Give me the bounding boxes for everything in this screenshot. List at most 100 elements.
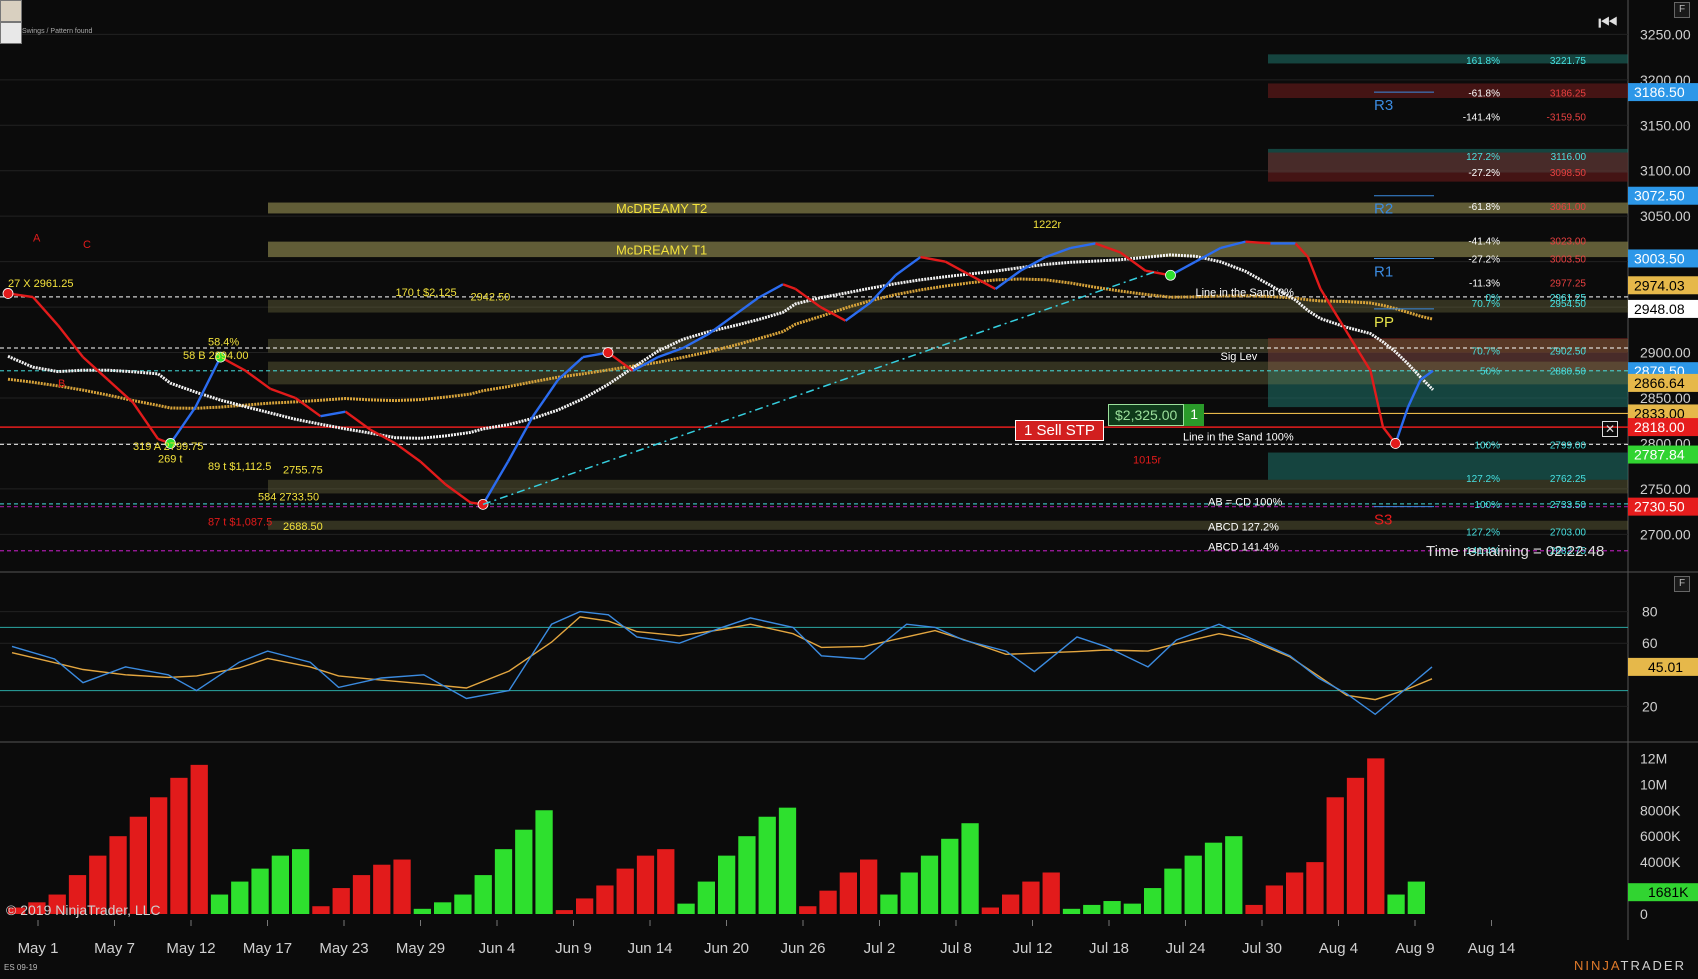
- x-tick-label: Aug 9: [1395, 940, 1434, 957]
- skip-back-icon[interactable]: ⏮: [1598, 10, 1618, 36]
- chart-annotation: 170 t $2,125: [396, 287, 457, 299]
- volume-bar: [555, 910, 573, 914]
- draw-tool-pencil-icon[interactable]: [0, 0, 22, 22]
- x-tick-label: Jul 18: [1089, 940, 1129, 957]
- price-y-axis: 3250.003200.003150.003100.003050.003000.…: [1628, 26, 1698, 542]
- volume-bar: [190, 764, 208, 914]
- price-badge: 2730.50: [1628, 497, 1698, 516]
- price-segment: [82, 356, 109, 381]
- fib-pct-label: 127.2%: [1466, 152, 1500, 163]
- x-tick-label: Jun 9: [555, 940, 592, 957]
- volume-tick-label: 10M: [1640, 776, 1667, 792]
- volume-bar: [312, 906, 330, 914]
- volume-bar: [758, 816, 776, 914]
- no-pattern-icon[interactable]: [0, 22, 22, 44]
- brand-ninja: NINJA: [1573, 958, 1621, 973]
- volume-bar: [1265, 885, 1283, 914]
- price-badge-text: 3003.50: [1634, 250, 1685, 266]
- fib-value-label: 2733.50: [1550, 500, 1587, 511]
- position-badge[interactable]: $2,325.00 1: [1108, 404, 1205, 426]
- chart-annotation: A: [33, 233, 41, 245]
- swings-note: Swings / Pattern found: [22, 28, 93, 35]
- x-tick-label: Aug 4: [1319, 940, 1358, 957]
- volume-bar: [1144, 888, 1162, 914]
- fib-pct-label: -27.2%: [1468, 168, 1500, 179]
- price-segment: [132, 401, 159, 440]
- price-badge: 2787.84: [1628, 445, 1698, 464]
- x-tick-label: Jun 20: [704, 940, 749, 957]
- price-segment: [969, 274, 997, 290]
- copyright: © 2019 NinjaTrader, LLC: [6, 902, 161, 918]
- volume-bar: [677, 903, 695, 914]
- chart-annotation: 1222r: [1033, 219, 1061, 231]
- volume-tick-label: 4000K: [1640, 854, 1681, 870]
- volume-bar: [596, 885, 614, 914]
- volume-bar: [535, 810, 553, 914]
- y-tick-label: 3050.00: [1640, 208, 1691, 224]
- close-order-icon[interactable]: ✕: [1602, 421, 1618, 437]
- fib-pct-label: 50%: [1480, 366, 1500, 377]
- volume-bar: [1022, 881, 1040, 914]
- fib-value-label: 3061.00: [1550, 202, 1587, 213]
- chart-annotation: 89 t $1,112.5: [208, 461, 271, 473]
- swing-point: [1390, 438, 1401, 449]
- price-badge-text: 3072.50: [1634, 188, 1685, 204]
- x-tick-label: May 1: [18, 940, 59, 957]
- volume-bar: [1407, 881, 1425, 914]
- fib-pct-label: -41.4%: [1468, 237, 1500, 248]
- y-tick-label: 3250.00: [1640, 26, 1691, 42]
- x-tick-label: May 7: [94, 940, 135, 957]
- chart-annotation: 58.4%: [208, 336, 239, 348]
- price-badge: 2974.03: [1628, 276, 1698, 295]
- price-segment: [782, 283, 796, 291]
- volume-bar: [231, 881, 249, 914]
- fib-pct-label: -61.8%: [1468, 202, 1500, 213]
- volume-bar: [332, 888, 350, 914]
- fib-pct-label: 70.7%: [1472, 299, 1500, 310]
- volume-bar: [1103, 901, 1121, 914]
- fib-pct-label: -11.3%: [1469, 278, 1500, 289]
- volume-tick-label: 0: [1640, 906, 1648, 922]
- price-badge: 2818.00: [1628, 418, 1698, 437]
- chart-annotation: 27 X 2961.25: [8, 278, 73, 290]
- price-badge-text: 2730.50: [1634, 499, 1685, 515]
- price-segment: [707, 315, 734, 336]
- price-segment: [920, 255, 946, 263]
- chart-annotation: 269 t: [158, 454, 182, 466]
- fib-pct-label: -141.4%: [1463, 113, 1500, 124]
- volume-bar: [941, 838, 959, 914]
- volume-bar: [150, 797, 168, 914]
- rsi-panel: 80 60 20 45.01: [0, 604, 1698, 716]
- target-zone: [268, 479, 1628, 494]
- panel-f-button-price[interactable]: F: [1674, 2, 1690, 18]
- volume-bar: [718, 855, 736, 914]
- volume-bar: [616, 868, 634, 914]
- trading-chart: McDREAMY T2 McDREAMY T1 R3 R2 R1 PP S3 161.8% 3…: [0, 0, 1698, 957]
- price-segment: [294, 397, 322, 418]
- fib-value-label: 3098.50: [1550, 168, 1587, 179]
- fib-value-label: 2799.00: [1550, 440, 1587, 451]
- rsi-tick-label: 60: [1642, 635, 1658, 651]
- fib-pct-label: 100%: [1474, 440, 1500, 451]
- price-badge: 3003.50: [1628, 249, 1698, 268]
- pivot-label: S3: [1374, 512, 1392, 529]
- fib-pct-label: -61.8%: [1468, 88, 1500, 99]
- volume-bar: [1245, 904, 1263, 914]
- panel-f-button-rsi[interactable]: F: [1674, 576, 1690, 592]
- position-qty: 1: [1184, 404, 1205, 426]
- volume-tick-label: 6000K: [1640, 828, 1681, 844]
- fib-value-label: 3116.00: [1551, 152, 1587, 163]
- x-tick-label: Jul 30: [1242, 940, 1282, 957]
- chart-annotation: 2688.50: [283, 521, 323, 533]
- y-tick-label: 2850.00: [1640, 390, 1691, 406]
- x-tick-label: Jul 12: [1012, 940, 1052, 957]
- chart-annotation: AB = CD 100%: [1208, 496, 1283, 508]
- volume-bar: [494, 849, 513, 914]
- chart-annotation: B: [58, 378, 65, 390]
- volume-bar: [1164, 868, 1182, 914]
- volume-bar: [413, 908, 431, 914]
- sell-stop-order[interactable]: 1 Sell STP: [1015, 420, 1104, 441]
- fib-value-label: 2762.25: [1550, 474, 1587, 485]
- x-tick-label: Jul 2: [864, 940, 896, 957]
- volume-bar: [880, 894, 898, 914]
